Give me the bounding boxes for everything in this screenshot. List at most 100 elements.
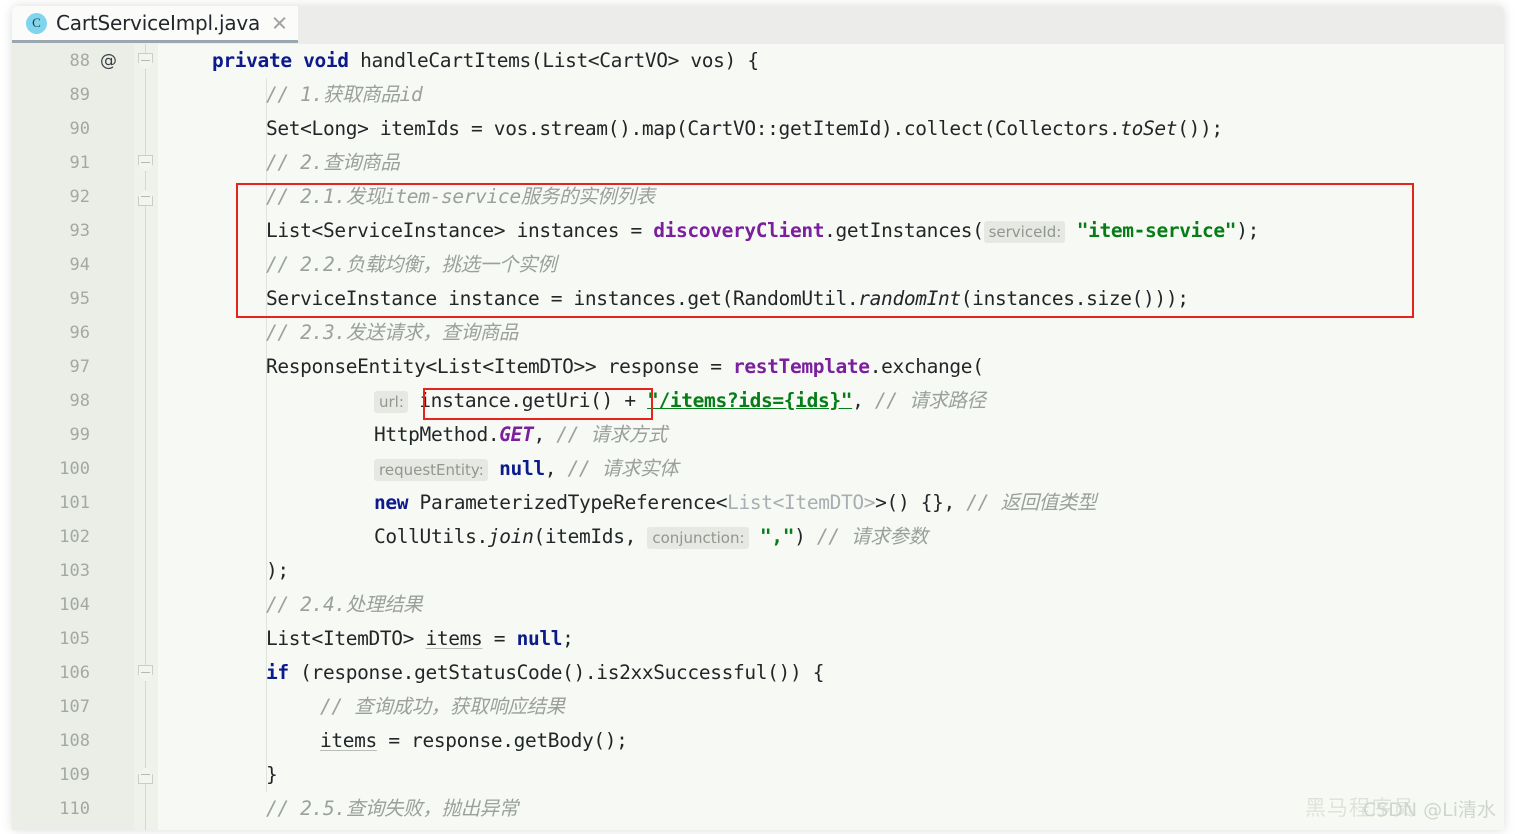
code-line-88[interactable]: private void handleCartItems(List<CartVO… bbox=[212, 44, 759, 78]
line-number: 103 bbox=[59, 554, 90, 588]
gutter-line-107: 107 bbox=[12, 690, 134, 724]
gutter-line-95: 95 bbox=[12, 282, 134, 316]
static-method-randomint: randomInt bbox=[858, 287, 961, 310]
keyword-new: new bbox=[374, 491, 408, 514]
param-hint-conjunction: conjunction: bbox=[647, 527, 748, 549]
gutter-line-101: 101 bbox=[12, 486, 134, 520]
line-number: 99 bbox=[70, 418, 90, 452]
string-items-url: "/items?ids={ids}" bbox=[647, 389, 852, 412]
watermark-author: CSDN @Li清水 bbox=[1363, 795, 1496, 822]
code-line-109[interactable]: } bbox=[266, 758, 277, 792]
gutter-line-89: 89 bbox=[12, 78, 134, 112]
code-line-99[interactable]: HttpMethod.GET, // 请求方式 bbox=[374, 418, 667, 452]
line-number: 89 bbox=[70, 78, 90, 112]
line-number: 94 bbox=[70, 248, 90, 282]
keyword-if: if bbox=[266, 661, 289, 684]
gutter-line-92: 92 bbox=[12, 180, 134, 214]
line-number: 110 bbox=[59, 792, 90, 826]
gutter-line-98: 98 bbox=[12, 384, 134, 418]
gutter-line-100: 100 bbox=[12, 452, 134, 486]
code-line-95[interactable]: ServiceInstance instance = instances.get… bbox=[266, 282, 1189, 316]
gutter-line-104: 104 bbox=[12, 588, 134, 622]
gutter-line-90: 90 bbox=[12, 112, 134, 146]
string-item-service: "item-service" bbox=[1077, 219, 1236, 242]
line-number: 90 bbox=[70, 112, 90, 146]
editor-tab-bar: C CartServiceImpl.java bbox=[12, 6, 1504, 45]
comment-return-type: // 返回值类型 bbox=[966, 491, 1096, 514]
line-number: 105 bbox=[59, 622, 90, 656]
gutter-line-103: 103 bbox=[12, 554, 134, 588]
line-number: 100 bbox=[59, 452, 90, 486]
line-number: 108 bbox=[59, 724, 90, 758]
line-number: 107 bbox=[59, 690, 90, 724]
gutter-line-94: 94 bbox=[12, 248, 134, 282]
param-hint-serviceid: serviceId: bbox=[984, 221, 1066, 243]
line-number: 97 bbox=[70, 350, 90, 384]
gutter-line-96: 96 bbox=[12, 316, 134, 350]
static-method-toset: toSet bbox=[1120, 117, 1177, 140]
code-line-93[interactable]: List<ServiceInstance> instances = discov… bbox=[266, 214, 1259, 248]
line-number: 98 bbox=[70, 384, 90, 418]
ide-window: C CartServiceImpl.java 88 @ 89 90 91 92 9… bbox=[12, 6, 1504, 830]
code-line-96[interactable]: // 2.3.发送请求，查询商品 bbox=[266, 316, 518, 350]
editor-gutter[interactable]: 88 @ 89 90 91 92 93 94 95 96 97 98 99 100… bbox=[12, 44, 135, 830]
line-number: 93 bbox=[70, 214, 90, 248]
keyword-private: private bbox=[212, 49, 292, 72]
line-number: 109 bbox=[59, 758, 90, 792]
java-class-icon: C bbox=[26, 13, 47, 34]
gutter-line-93: 93 bbox=[12, 214, 134, 248]
code-line-94[interactable]: // 2.2.负载均衡，挑选一个实例 bbox=[266, 248, 556, 282]
code-line-92[interactable]: // 2.1.发现item-service服务的实例列表 bbox=[266, 180, 655, 214]
code-editor[interactable]: 88 @ 89 90 91 92 93 94 95 96 97 98 99 100… bbox=[12, 44, 1504, 830]
close-icon[interactable] bbox=[271, 15, 287, 31]
code-line-110[interactable]: // 2.5.查询失败，抛出异常 bbox=[266, 792, 518, 826]
code-line-108[interactable]: items = response.getBody(); bbox=[320, 724, 628, 758]
gutter-line-109: 109 bbox=[12, 758, 134, 792]
watermark: 黑马程序员 CSDN @Li清水 bbox=[1305, 792, 1496, 822]
code-line-105[interactable]: List<ItemDTO> items = null; bbox=[266, 622, 574, 656]
code-line-97[interactable]: ResponseEntity<List<ItemDTO>> response =… bbox=[266, 350, 984, 384]
line-number: 88 bbox=[70, 44, 90, 78]
code-line-90[interactable]: Set<Long> itemIds = vos.stream().map(Car… bbox=[266, 112, 1223, 146]
code-line-100[interactable]: requestEntity: null, // 请求实体 bbox=[374, 452, 678, 486]
param-hint-url: url: bbox=[374, 391, 408, 413]
code-line-103[interactable]: ); bbox=[266, 554, 289, 588]
gutter-line-91: 91 bbox=[12, 146, 134, 180]
code-line-101[interactable]: new ParameterizedTypeReference<List<Item… bbox=[374, 486, 1096, 520]
line-number: 95 bbox=[70, 282, 90, 316]
editor-tab-cartserviceimpl[interactable]: C CartServiceImpl.java bbox=[12, 6, 298, 43]
comment-request-params: // 请求参数 bbox=[817, 525, 928, 548]
code-line-106[interactable]: if (response.getStatusCode().is2xxSucces… bbox=[266, 656, 824, 690]
code-line-107[interactable]: // 查询成功，获取响应结果 bbox=[320, 690, 565, 724]
local-var-items: items bbox=[425, 627, 482, 650]
local-var-items: items bbox=[320, 729, 377, 752]
keyword-null: null bbox=[517, 627, 563, 650]
line-number: 92 bbox=[70, 180, 90, 214]
gutter-line-106: 106 bbox=[12, 656, 134, 690]
code-text-area[interactable]: private void handleCartItems(List<CartVO… bbox=[158, 44, 1504, 830]
code-line-98[interactable]: url: instance.getUri() + "/items?ids={id… bbox=[374, 384, 986, 418]
editor-tab-label: CartServiceImpl.java bbox=[56, 11, 260, 35]
gutter-line-99: 99 bbox=[12, 418, 134, 452]
field-discoveryclient: discoveryClient bbox=[653, 219, 824, 242]
line-number: 91 bbox=[70, 146, 90, 180]
code-line-104[interactable]: // 2.4.处理结果 bbox=[266, 588, 422, 622]
line-number: 104 bbox=[59, 588, 90, 622]
code-line-89[interactable]: // 1.获取商品id bbox=[266, 78, 422, 112]
gutter-line-102: 102 bbox=[12, 520, 134, 554]
comment-request-method: // 请求方式 bbox=[556, 423, 667, 446]
keyword-void: void bbox=[303, 49, 349, 72]
indent-guide bbox=[266, 690, 267, 758]
inferred-generic-type: List<ItemDTO> bbox=[727, 491, 875, 514]
comment-request-path: // 请求路径 bbox=[875, 389, 986, 412]
gutter-line-108: 108 bbox=[12, 724, 134, 758]
static-method-join: join bbox=[488, 525, 534, 548]
line-number: 96 bbox=[70, 316, 90, 350]
gutter-line-105: 105 bbox=[12, 622, 134, 656]
code-line-102[interactable]: CollUtils.join(itemIds, conjunction: ","… bbox=[374, 520, 928, 554]
param-hint-requestentity: requestEntity: bbox=[374, 459, 488, 481]
line-number: 101 bbox=[59, 486, 90, 520]
code-line-91[interactable]: // 2.查询商品 bbox=[266, 146, 400, 180]
annotation-marker-icon[interactable]: @ bbox=[100, 44, 117, 78]
comment-request-entity: // 请求实体 bbox=[568, 457, 679, 480]
